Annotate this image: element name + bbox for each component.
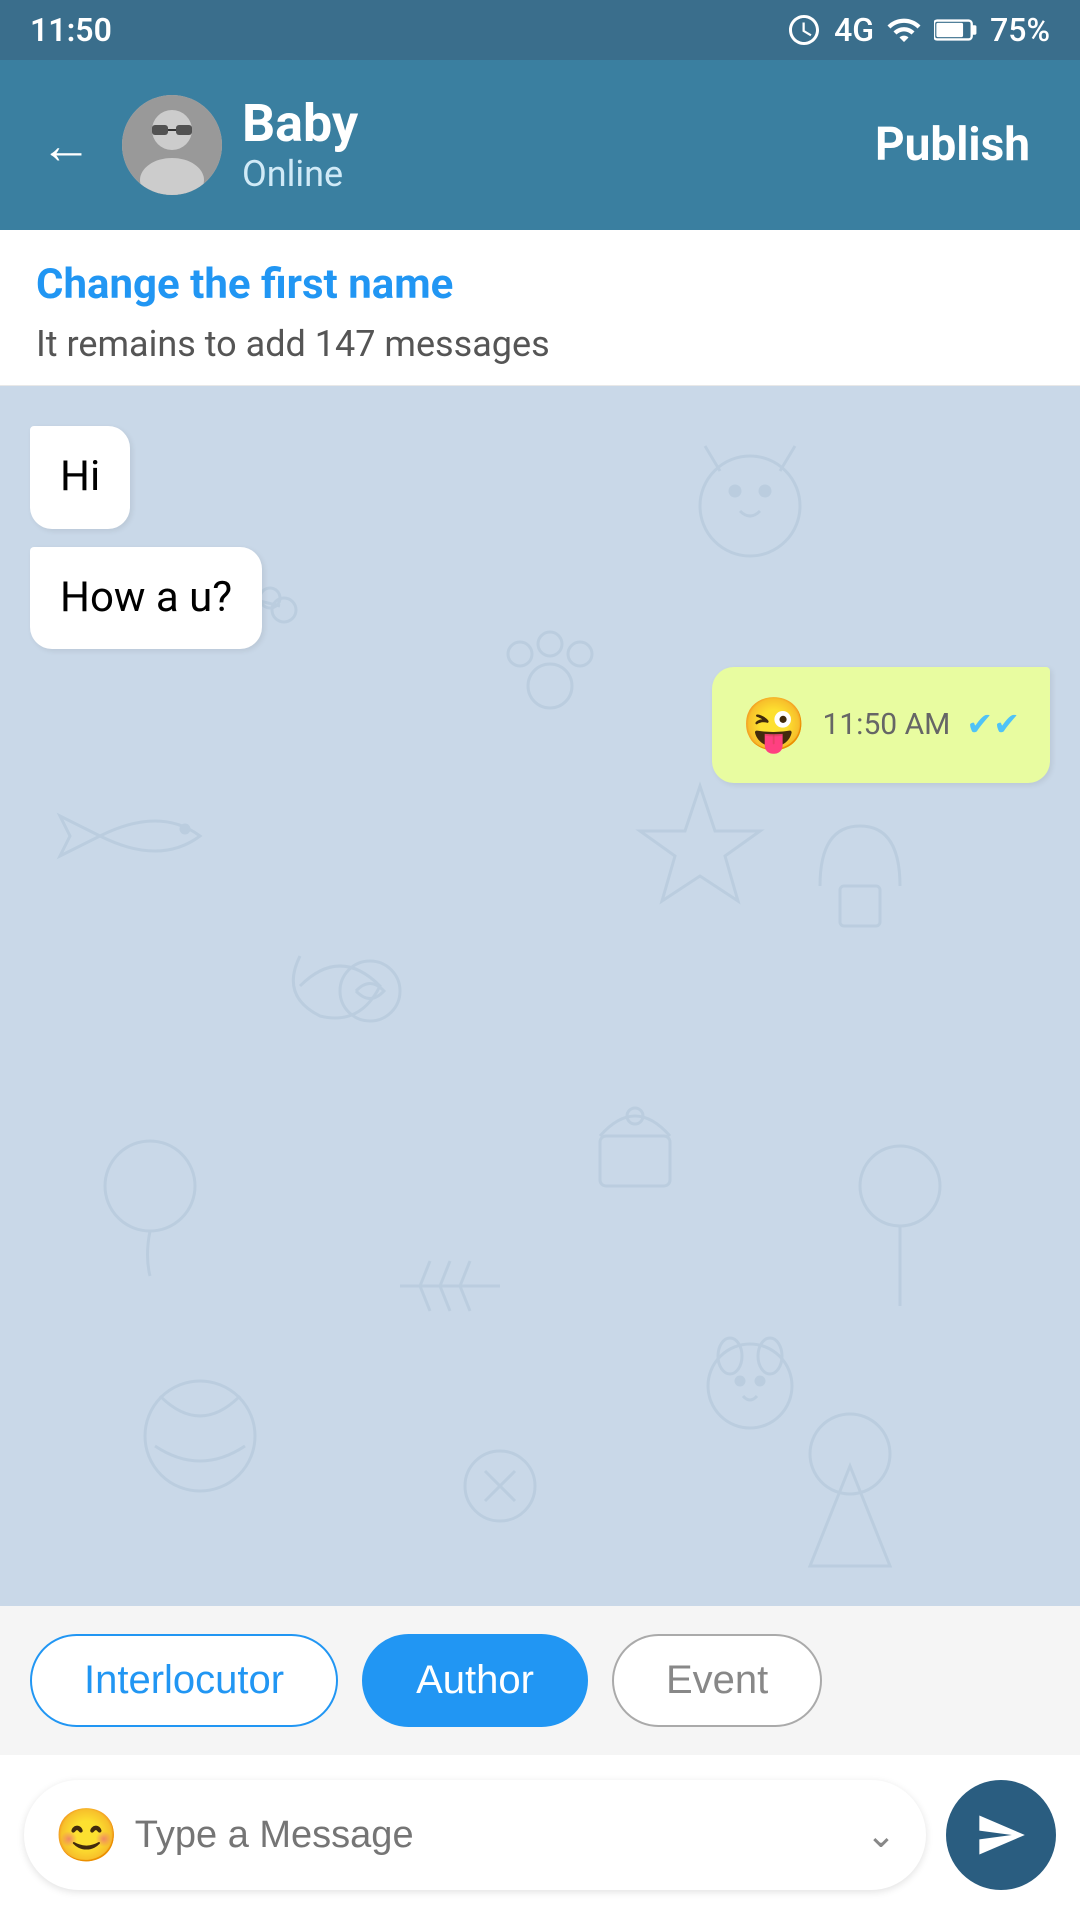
- message-input[interactable]: [135, 1814, 866, 1857]
- notice-title: Change the first name: [36, 260, 1044, 309]
- emoji-button[interactable]: 😊: [54, 1805, 135, 1866]
- input-area: 😊 ⌄: [0, 1760, 1080, 1920]
- status-icons: 4G 75%: [786, 11, 1050, 49]
- battery-icon: [934, 12, 978, 48]
- message-emoji: 😜: [742, 691, 807, 759]
- back-button[interactable]: ←: [30, 105, 102, 186]
- message-input-wrap: 😊 ⌄: [24, 1780, 926, 1890]
- message-how-text: How a u?: [60, 573, 232, 622]
- message-hi-text: Hi: [60, 452, 100, 501]
- message-ticks: ✔✔: [966, 704, 1020, 746]
- send-icon: [975, 1809, 1027, 1861]
- messages-container: Hi How a u? 😜 11:50 AM ✔✔: [0, 386, 1080, 823]
- contact-name: Baby: [242, 95, 835, 152]
- avatar: [122, 95, 222, 195]
- status-time: 11:50: [30, 11, 112, 49]
- contact-status: Online: [242, 153, 835, 195]
- chevron-down-icon[interactable]: ⌄: [866, 1814, 896, 1856]
- send-button[interactable]: [946, 1780, 1056, 1890]
- tab-event[interactable]: Event: [612, 1634, 822, 1727]
- chat-area: Hi How a u? 😜 11:50 AM ✔✔: [0, 386, 1080, 1606]
- message-outgoing-emoji: 😜 11:50 AM ✔✔: [712, 667, 1050, 783]
- message-time: 11:50 AM: [822, 705, 950, 744]
- publish-button[interactable]: Publish: [855, 108, 1050, 182]
- network-label: 4G: [834, 11, 874, 49]
- header: ← Baby Online Publish: [0, 60, 1080, 230]
- clock-icon: [786, 12, 822, 48]
- notice-bar: Change the first name It remains to add …: [0, 230, 1080, 386]
- contact-info: Baby Online: [242, 95, 835, 194]
- avatar-image: [122, 95, 222, 195]
- message-hi: Hi: [30, 426, 130, 529]
- signal-icon: [886, 12, 922, 48]
- status-bar: 11:50 4G 75%: [0, 0, 1080, 60]
- message-how-are-you: How a u?: [30, 547, 262, 650]
- tab-interlocutor[interactable]: Interlocutor: [30, 1634, 338, 1727]
- battery-label: 75%: [990, 11, 1050, 49]
- bottom-tabs: Interlocutor Author Event: [0, 1606, 1080, 1755]
- tab-author[interactable]: Author: [362, 1634, 588, 1727]
- notice-subtitle: It remains to add 147 messages: [36, 323, 1044, 365]
